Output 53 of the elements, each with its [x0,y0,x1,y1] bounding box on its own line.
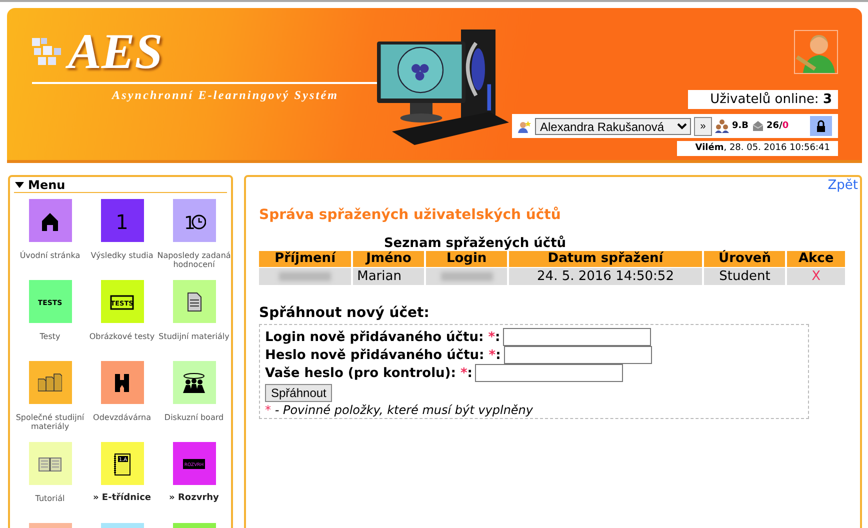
menu-tile[interactable] [28,442,72,485]
lock-button[interactable] [810,116,832,136]
online-users: Uživatelů online: 3 [688,90,838,109]
column-header: Login [426,251,507,267]
logo-title: AES [68,28,163,74]
squares-logo-icon [32,36,62,66]
input-field[interactable] [503,328,652,346]
date-time: Vilém, 28. 05. 2016 10:56:41 [677,141,838,156]
page-title: Správa spřažených uživatelských účtů [259,207,562,223]
menu-tile[interactable] [28,361,72,404]
menu-tile[interactable]: 1 [100,199,144,242]
envelope-icon [752,120,764,132]
menu-tile[interactable] [28,199,72,242]
column-header: Datum spřažení [508,251,702,267]
column-header: Úroveň [704,251,786,267]
user-star-icon [518,119,532,133]
class-name: 9.B [732,121,749,131]
menu-title: Menu [28,178,66,192]
user-select[interactable]: Alexandra Rakušanová [535,118,691,134]
table-cell: Student [704,267,786,285]
redacted-text [279,272,332,281]
menu-tile[interactable] [172,280,216,323]
back-link[interactable]: Zpět [828,178,858,193]
table-cell: Marian [353,267,424,285]
required-note: * - Povinné položky, které musí být vyplněny [265,403,534,417]
input-field[interactable] [475,364,624,382]
message-count: 26/0 [766,121,789,131]
column-header: Příjmení [259,251,352,267]
menu-item-label[interactable]: Úvodní stránka [12,251,88,260]
logo-subtitle: Asynchronní E-learningový Systém [112,88,340,103]
menu-tile[interactable]: 1 [172,199,216,242]
form-title: Spřáhnout nový účet: [259,305,430,321]
column-header: Akce [787,251,845,267]
field-label: Vaše heslo (pro kontrolu): *: [265,366,472,380]
menu-tile[interactable] [172,361,216,404]
lock-icon [816,120,826,132]
table-cell: 24. 5. 2016 14:50:52 [508,267,702,285]
collapse-triangle-icon[interactable] [15,180,24,188]
table-caption: Seznam spřažených účtů [382,236,568,251]
submit-button[interactable]: Spřáhnout [265,384,332,402]
field-label: Heslo nově přidávaného účtu: *: [265,348,501,362]
documents-icon [38,370,62,394]
user-avatar-icon [794,30,838,74]
go-button[interactable]: » [694,116,712,136]
menu-tile[interactable] [100,361,144,404]
people-group-icon [182,370,206,394]
column-header: Jméno [353,251,424,267]
redacted-text [440,272,493,281]
field-label: Login nově přidávaného účtu: *: [265,330,500,344]
menu-item-label[interactable]: Naposledy zadaná hodnocení [156,251,231,269]
number-icon: 1 [110,208,134,232]
people-icon [715,119,729,133]
input-field[interactable] [504,346,652,364]
